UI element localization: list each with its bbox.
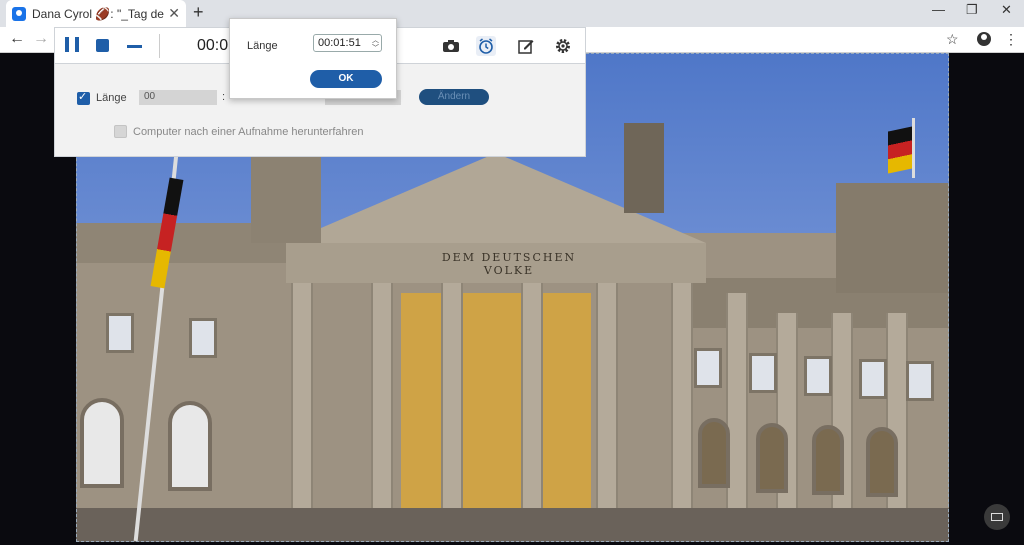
ok-button[interactable]: OK — [310, 70, 382, 88]
close-window-icon[interactable]: ✕ — [1001, 2, 1012, 18]
plus-icon[interactable]: + — [193, 2, 204, 23]
back-arrow-icon[interactable]: ← — [9, 30, 25, 48]
shutdown-checkbox[interactable] — [114, 125, 127, 138]
spin-down-icon[interactable]: ﹀ — [372, 43, 379, 53]
building-inscription: DEM DEUTSCHEN VOLKE — [441, 251, 577, 277]
forward-arrow-icon[interactable]: → — [33, 30, 49, 48]
minimize-icon[interactable] — [127, 45, 142, 48]
length-hours-field[interactable]: 00 — [139, 90, 217, 105]
browser-tab[interactable]: Dana Cyrol 🏈: "_Tag der Deutsche ✕ — [6, 0, 186, 27]
time-separator: : — [222, 91, 226, 103]
alarm-clock-icon[interactable] — [476, 36, 496, 56]
toolbar-divider — [159, 34, 160, 58]
edit-icon[interactable] — [516, 36, 536, 56]
minimize-window-icon[interactable]: — — [932, 2, 945, 17]
screen: Dana Cyrol 🏈: "_Tag der Deutsche ✕ + — ❐… — [0, 0, 1024, 545]
profile-icon[interactable] — [977, 32, 991, 46]
screen-icon — [991, 513, 1003, 521]
tab-strip: Dana Cyrol 🏈: "_Tag der Deutsche ✕ + — ❐… — [0, 0, 1024, 27]
length-label: Länge — [96, 92, 127, 104]
site-favicon-icon — [12, 6, 26, 21]
recording-time: 00:0 — [197, 37, 229, 54]
tab-close-icon[interactable]: ✕ — [168, 5, 180, 22]
pause-icon[interactable] — [65, 37, 79, 52]
tab-title: Dana Cyrol 🏈: "_Tag der Deutsche — [32, 6, 164, 21]
stop-icon[interactable] — [96, 39, 109, 52]
star-icon[interactable]: ☆ — [946, 31, 959, 48]
gear-icon[interactable] — [553, 36, 573, 56]
menu-icon[interactable]: ⋮ — [1004, 31, 1018, 48]
length-popup: Länge 00:01:51 ︿ ﹀ OK — [229, 18, 397, 99]
restore-window-icon[interactable]: ❐ — [966, 2, 978, 18]
change-button[interactable]: Ändern — [419, 89, 489, 105]
camera-icon[interactable] — [441, 36, 461, 56]
fullscreen-button[interactable] — [984, 504, 1010, 530]
shutdown-label: Computer nach einer Aufnahme herunterfah… — [133, 126, 364, 138]
popup-length-label: Länge — [247, 40, 278, 52]
length-checkbox[interactable] — [77, 90, 90, 105]
